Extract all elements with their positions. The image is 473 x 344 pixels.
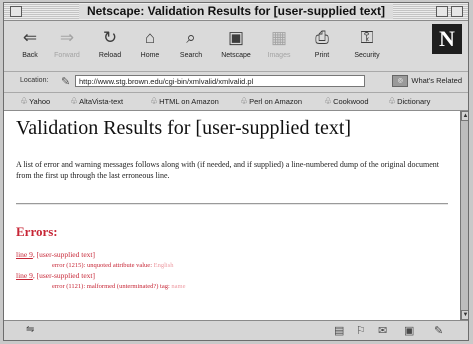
home-button[interactable]: ⌂ Home xyxy=(130,25,170,60)
error-detail: error (1215): unquoted attribute value: … xyxy=(52,262,174,269)
search-button[interactable]: ⌕ Search xyxy=(171,25,211,60)
error-location: line 9, [user-supplied text] xyxy=(16,250,95,259)
bookmark-icon: ♧ xyxy=(240,96,249,106)
bookmark-perl-amazon[interactable]: ♧Perl on Amazon xyxy=(240,96,302,107)
home-icon: ⌂ xyxy=(144,28,156,47)
component-icon[interactable]: ⚐ xyxy=(356,324,366,337)
bookmark-icon: ♧ xyxy=(324,96,333,106)
whats-related-button[interactable]: ◎ What's Related xyxy=(392,75,462,88)
collapse-box[interactable] xyxy=(451,6,463,17)
forward-button[interactable]: ⇒ Forward xyxy=(47,25,87,60)
location-label: Location: xyxy=(20,77,49,84)
component-icon[interactable]: ▤ xyxy=(334,324,344,337)
vertical-scrollbar[interactable]: ▲ ▼ xyxy=(460,111,468,320)
page-heading: Validation Results for [user-supplied te… xyxy=(16,117,352,139)
error-detail: error (1121): malformed (unterminated?) … xyxy=(52,283,186,290)
browser-window: Netscape: Validation Results for [user-s… xyxy=(3,2,469,341)
scroll-up-arrow-icon[interactable]: ▲ xyxy=(461,111,468,121)
bookmark-cookwood[interactable]: ♧Cookwood xyxy=(324,96,369,107)
bookmark-icon: ♧ xyxy=(388,96,397,106)
netscape-button[interactable]: ▣ Netscape xyxy=(216,25,256,60)
url-field[interactable]: http://www.stg.brown.edu/cgi-bin/xmlvali… xyxy=(75,75,365,87)
back-button[interactable]: ⇐ Back xyxy=(10,25,50,60)
search-icon: ⌕ xyxy=(186,28,196,47)
forward-arrow-icon: ⇒ xyxy=(59,28,75,47)
scroll-down-arrow-icon[interactable]: ▼ xyxy=(461,310,468,320)
bookmark-icon: ♧ xyxy=(150,96,159,106)
bookmark-altavista[interactable]: ♧AltaVista-text xyxy=(70,96,123,107)
line-link[interactable]: line 9 xyxy=(16,271,33,280)
bookmark-yahoo[interactable]: ♧Yahoo xyxy=(20,96,50,107)
errors-heading: Errors: xyxy=(16,224,58,239)
mail-icon[interactable]: ✉ xyxy=(378,324,387,337)
intro-text: A list of error and warning messages fol… xyxy=(16,160,440,180)
error-location: line 9, [user-supplied text] xyxy=(16,271,95,280)
status-bar: ⇋ ▤ ⚐ ✉ ▣ ✎ xyxy=(4,320,468,340)
netscape-logo[interactable]: N xyxy=(432,24,462,54)
bookmarks-bar: ♧Yahoo ♧AltaVista-text ♧HTML on Amazon ♧… xyxy=(4,93,468,111)
bookmark-icon: ♧ xyxy=(70,96,79,106)
navigation-toolbar: ⇐ Back ⇒ Forward ↻ Reload ⌂ Home ⌕ Searc… xyxy=(4,21,468,72)
page-content: Validation Results for [user-supplied te… xyxy=(4,111,460,320)
page-proxy-icon[interactable]: ✎ xyxy=(61,75,70,88)
title-bar[interactable]: Netscape: Validation Results for [user-s… xyxy=(4,3,468,21)
lock-icon: ⚿ xyxy=(360,28,374,47)
connection-icon[interactable]: ⇋ xyxy=(26,324,34,335)
print-button[interactable]: ⎙ Print xyxy=(302,25,342,60)
print-icon: ⎙ xyxy=(315,28,329,47)
window-title: Netscape: Validation Results for [user-s… xyxy=(78,4,394,19)
reload-button[interactable]: ↻ Reload xyxy=(90,25,130,60)
line-link[interactable]: line 9 xyxy=(16,250,33,259)
composer-icon[interactable]: ▣ xyxy=(404,324,414,337)
bookmark-dictionary[interactable]: ♧Dictionary xyxy=(388,96,430,107)
security-button[interactable]: ⚿ Security xyxy=(347,25,387,60)
location-bar: Location: ✎ http://www.stg.brown.edu/cgi… xyxy=(4,72,468,93)
bookmark-html-amazon[interactable]: ♧HTML on Amazon xyxy=(150,96,219,107)
zoom-box[interactable] xyxy=(436,6,448,17)
images-icon: ▦ xyxy=(270,28,288,47)
horizontal-rule xyxy=(16,203,448,205)
related-icon: ◎ xyxy=(392,75,409,88)
reload-icon: ↻ xyxy=(102,28,118,47)
close-box[interactable] xyxy=(10,6,22,17)
netscape-icon: ▣ xyxy=(227,28,245,47)
bookmark-icon: ♧ xyxy=(20,96,29,106)
images-button[interactable]: ▦ Images xyxy=(259,25,299,60)
back-arrow-icon: ⇐ xyxy=(22,28,38,47)
edit-icon[interactable]: ✎ xyxy=(434,324,443,337)
